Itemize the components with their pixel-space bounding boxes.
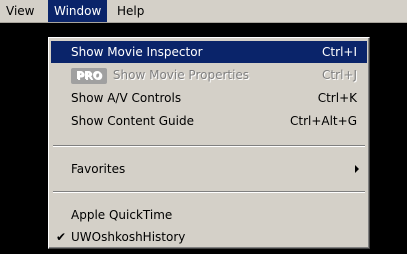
menu-item-show-content-guide[interactable]: Show Content Guide Ctrl+Alt+G bbox=[51, 110, 367, 132]
menu-item-label: Show Movie Inspector bbox=[71, 45, 203, 59]
menu-item-label: Show Content Guide bbox=[71, 114, 194, 128]
menu-item-shortcut: Ctrl+K bbox=[317, 91, 357, 105]
menu-item-shortcut: Ctrl+I bbox=[322, 45, 357, 59]
menu-item-label-group: PRO Show Movie Properties bbox=[71, 64, 249, 86]
submenu-arrow-icon bbox=[355, 165, 359, 173]
menu-item-show-movie-properties: PRO Show Movie Properties Ctrl+J bbox=[51, 64, 367, 86]
menu-item-show-movie-inspector[interactable]: Show Movie Inspector Ctrl+I bbox=[51, 41, 367, 63]
menu-item-show-av-controls[interactable]: Show A/V Controls Ctrl+K bbox=[51, 87, 367, 109]
menu-item-apple-quicktime[interactable]: Apple QuickTime bbox=[51, 204, 367, 226]
menu-view[interactable]: View bbox=[0, 0, 40, 22]
window-dropdown-menu: Show Movie Inspector Ctrl+I PRO Show Movi… bbox=[48, 37, 370, 249]
menu-separator bbox=[53, 145, 365, 147]
menu-item-label: Apple QuickTime bbox=[71, 208, 173, 222]
menu-item-label: Show Movie Properties bbox=[112, 68, 250, 82]
menu-item-label: Favorites bbox=[71, 162, 126, 176]
menu-window[interactable]: Window bbox=[48, 0, 108, 22]
menu-help[interactable]: Help bbox=[111, 0, 150, 22]
menu-item-label: Show A/V Controls bbox=[71, 91, 182, 105]
menu-bar: View Window Help bbox=[0, 0, 407, 23]
menu-item-uwoshkoshhistory[interactable]: ✔ UWOshkoshHistory bbox=[51, 226, 367, 248]
menu-separator bbox=[53, 191, 365, 193]
pro-badge: PRO bbox=[71, 67, 107, 84]
checkmark-icon: ✔ bbox=[56, 230, 67, 244]
menu-item-shortcut: Ctrl+J bbox=[322, 68, 357, 82]
menu-item-favorites[interactable]: Favorites bbox=[51, 158, 367, 180]
menu-item-label: UWOshkoshHistory bbox=[71, 230, 186, 244]
menu-item-shortcut: Ctrl+Alt+G bbox=[289, 114, 357, 128]
